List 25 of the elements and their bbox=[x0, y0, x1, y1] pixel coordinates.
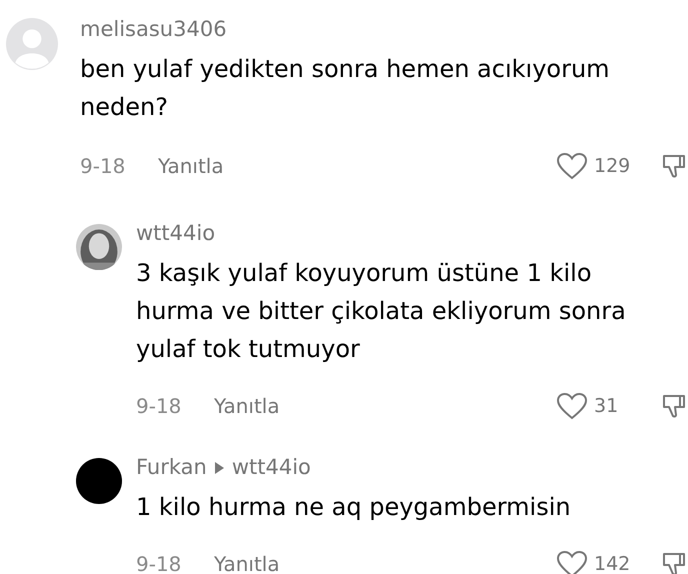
default-avatar-icon bbox=[6, 18, 58, 70]
username[interactable]: Furkan bbox=[136, 452, 207, 484]
reply-button[interactable]: Yanıtla bbox=[158, 151, 224, 181]
dislike-icon[interactable] bbox=[662, 393, 686, 419]
username[interactable]: wtt44io bbox=[136, 218, 216, 250]
username[interactable]: melisasu3406 bbox=[80, 14, 227, 46]
like-count: 142 bbox=[594, 552, 630, 574]
caret-icon bbox=[214, 462, 224, 474]
dislike-icon[interactable] bbox=[662, 551, 686, 574]
comment-text: 3 kaşık yulaf koyuyorum üstüne 1 kilo hurma ve bitter çikolata ekliyorum sonra yulaf tok tutmuyor bbox=[136, 258, 627, 365]
like-count: 129 bbox=[594, 154, 630, 179]
like-count: 31 bbox=[594, 394, 618, 419]
heart-icon[interactable] bbox=[556, 392, 588, 420]
comment-text: 1 kilo hurma ne aq peygambermisin bbox=[136, 492, 572, 523]
avatar bbox=[76, 458, 122, 504]
reply-to-username[interactable]: wtt44io bbox=[232, 452, 311, 484]
heart-icon[interactable] bbox=[556, 152, 588, 180]
comment-text: ben yulaf yedikten sonra hemen acıkıyorum neden? bbox=[80, 54, 611, 123]
dislike-icon[interactable] bbox=[662, 153, 686, 179]
comment-date: 9-18 bbox=[136, 393, 182, 420]
reply-button[interactable]: Yanıtla bbox=[214, 391, 280, 421]
comment-date: 9-18 bbox=[80, 153, 126, 180]
heart-icon[interactable] bbox=[556, 550, 588, 574]
reply-button[interactable]: Yanıtla bbox=[214, 549, 280, 574]
comment-date: 9-18 bbox=[136, 551, 182, 574]
